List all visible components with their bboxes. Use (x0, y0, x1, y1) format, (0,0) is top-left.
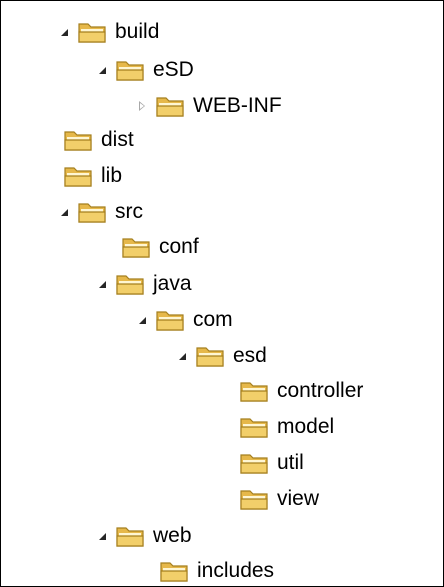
tree-item-esd[interactable]: esd (175, 339, 267, 373)
expanded-arrow-icon (60, 208, 68, 216)
collapse-toggle[interactable] (135, 89, 149, 123)
expand-toggle[interactable] (57, 15, 71, 49)
expanded-arrow-icon (98, 280, 106, 288)
tree-item-label: java (153, 272, 192, 295)
tree-item-label: util (277, 451, 304, 474)
expanded-arrow-icon (60, 28, 68, 36)
tree-item-src[interactable]: src (57, 195, 143, 229)
tree-item-label: build (115, 20, 160, 43)
tree-item-web-inf[interactable]: WEB-INF (135, 89, 282, 123)
folder-icon (196, 347, 224, 367)
expanded-arrow-icon (98, 66, 106, 74)
tree-item-label: WEB-INF (193, 94, 282, 117)
tree-item-includes[interactable]: includes (159, 554, 275, 586)
tree-item-view[interactable]: view (239, 482, 319, 516)
expand-toggle[interactable] (95, 519, 109, 553)
folder-icon (240, 382, 268, 402)
folder-icon (116, 61, 144, 81)
tree-item-java[interactable]: java (95, 267, 192, 301)
folder-icon (240, 490, 268, 510)
folder-icon (156, 97, 184, 117)
tree-item-com[interactable]: com (135, 303, 233, 337)
tree-item-label: conf (159, 235, 199, 258)
tree-item-model[interactable]: model (239, 410, 334, 444)
folder-icon (64, 167, 92, 187)
tree-item-esd-build[interactable]: eSD (95, 53, 194, 87)
tree-item-label: model (277, 415, 335, 438)
tree-item-label: esd (233, 344, 267, 367)
tree-item-label: src (115, 200, 143, 223)
folder-icon (240, 418, 268, 438)
expand-toggle[interactable] (95, 53, 109, 87)
folder-tree-panel: build eSD WEB-INF dist lib src conf java… (0, 0, 444, 587)
expanded-arrow-icon (178, 352, 186, 360)
tree-item-label: eSD (153, 58, 194, 81)
tree-item-web[interactable]: web (95, 519, 192, 553)
tree-item-label: com (193, 308, 233, 331)
folder-icon (156, 311, 184, 331)
expanded-arrow-icon (98, 532, 106, 540)
tree-item-label: controller (277, 379, 364, 402)
expand-toggle[interactable] (57, 195, 71, 229)
tree-item-label: view (277, 487, 320, 510)
tree-item-label: lib (101, 164, 123, 187)
folder-icon (78, 203, 106, 223)
tree-item-controller[interactable]: controller (239, 374, 363, 408)
tree-item-label: includes (197, 559, 275, 582)
folder-icon (116, 527, 144, 547)
expand-toggle[interactable] (175, 339, 189, 373)
expanded-arrow-icon (138, 316, 146, 324)
folder-icon (240, 454, 268, 474)
collapsed-arrow-icon (139, 101, 145, 111)
folder-icon (116, 275, 144, 295)
tree-item-util[interactable]: util (239, 446, 304, 480)
tree-item-build[interactable]: build (57, 15, 159, 49)
expand-toggle[interactable] (135, 303, 149, 337)
expand-toggle[interactable] (95, 267, 109, 301)
folder-icon (78, 23, 106, 43)
tree-item-label: dist (101, 128, 134, 151)
tree-item-label: web (153, 524, 192, 547)
folder-icon (64, 131, 92, 151)
tree-item-lib[interactable]: lib (63, 159, 122, 193)
folder-icon (160, 562, 188, 582)
tree-item-dist[interactable]: dist (63, 123, 134, 157)
folder-icon (122, 238, 150, 258)
tree-item-conf[interactable]: conf (121, 230, 199, 264)
